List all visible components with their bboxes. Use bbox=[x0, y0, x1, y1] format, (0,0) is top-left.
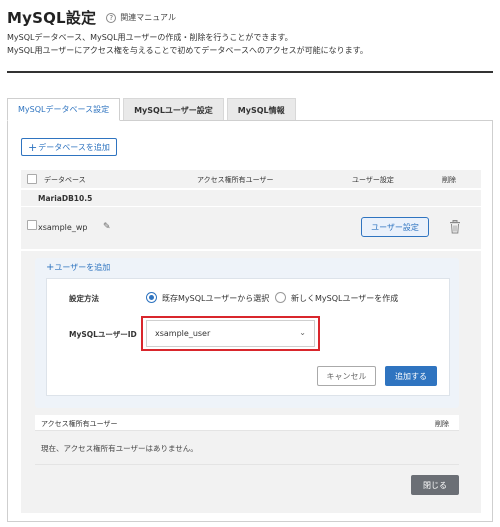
page-title: MySQL設定 bbox=[7, 9, 97, 27]
tab-mysql-user[interactable]: MySQLユーザー設定 bbox=[123, 98, 224, 121]
column-header-database: データベース bbox=[44, 176, 86, 184]
database-name: xsample_wp bbox=[38, 223, 88, 232]
row-checkbox[interactable] bbox=[27, 220, 37, 230]
chevron-down-icon: ⌄ bbox=[299, 328, 306, 337]
tab-panel: + データベースを追加 データベース アクセス権所有ユーザー ユーザー設定 削除… bbox=[7, 120, 493, 522]
manual-link[interactable]: ? 関連マニュアル bbox=[106, 12, 176, 23]
database-table-header: データベース アクセス権所有ユーザー ユーザー設定 削除 bbox=[21, 170, 481, 188]
column-header-delete: 削除 bbox=[435, 420, 449, 428]
access-empty-message: 現在、アクセス権所有ユーザーはありません。 bbox=[35, 434, 459, 464]
radio-new-user-label[interactable]: 新しくMySQLユーザーを作成 bbox=[291, 293, 398, 304]
user-settings-button[interactable]: ユーザー設定 bbox=[361, 217, 429, 237]
user-id-select[interactable]: xsample_user ⌄ bbox=[146, 320, 315, 347]
radio-existing-user-label[interactable]: 既存MySQLユーザーから選択 bbox=[162, 293, 269, 304]
column-header-user-settings: ユーザー設定 bbox=[352, 176, 394, 184]
empty-message-text: 現在、アクセス権所有ユーザーはありません。 bbox=[41, 444, 198, 453]
column-header-access-users: アクセス権所有ユーザー bbox=[197, 176, 274, 184]
column-header-access-users: アクセス権所有ユーザー bbox=[41, 420, 118, 428]
column-header-delete: 削除 bbox=[442, 176, 456, 184]
radio-existing-user[interactable] bbox=[146, 292, 157, 303]
add-user-label: ユーザーを追加 bbox=[54, 263, 111, 272]
close-button[interactable]: 閉じる bbox=[411, 475, 459, 495]
select-all-checkbox[interactable] bbox=[27, 174, 37, 184]
db-group-label: MariaDB10.5 bbox=[38, 194, 93, 203]
tab-mysql-info[interactable]: MySQL情報 bbox=[226, 98, 296, 121]
description-line-2: MySQL用ユーザーにアクセス権を与えることで初めてデータベースへのアクセスが可… bbox=[7, 46, 368, 55]
header-divider bbox=[7, 71, 493, 73]
pencil-icon[interactable]: ✎ bbox=[103, 222, 111, 232]
add-submit-button[interactable]: 追加する bbox=[385, 366, 437, 386]
method-label: 設定方法 bbox=[69, 294, 99, 303]
page-header: MySQL設定 ? 関連マニュアル bbox=[7, 7, 176, 28]
trash-icon[interactable] bbox=[449, 220, 461, 234]
user-id-select-value: xsample_user bbox=[155, 329, 211, 338]
tab-mysql-database[interactable]: MySQLデータベース設定 bbox=[7, 98, 121, 121]
manual-link-label: 関連マニュアル bbox=[120, 13, 176, 22]
access-table-divider bbox=[35, 464, 459, 465]
question-circle-icon: ? bbox=[106, 12, 117, 23]
description-line-1: MySQLデータベース、MySQL用ユーザーの作成・削除を行うことができます。 bbox=[7, 33, 293, 42]
tab-bar: MySQLデータベース設定 MySQLユーザー設定 MySQL情報 bbox=[7, 98, 299, 121]
radio-new-user[interactable] bbox=[275, 292, 286, 303]
user-id-label: MySQLユーザーID bbox=[69, 330, 137, 339]
cancel-button[interactable]: キャンセル bbox=[317, 366, 376, 386]
add-database-button[interactable]: + データベースを追加 bbox=[21, 138, 117, 156]
plus-icon: + bbox=[28, 140, 38, 154]
add-database-label: データベースを追加 bbox=[38, 142, 110, 152]
access-table-header: アクセス権所有ユーザー 削除 bbox=[35, 415, 459, 431]
add-user-link[interactable]: +ユーザーを追加 bbox=[46, 262, 110, 273]
page-description: MySQLデータベース、MySQL用ユーザーの作成・削除を行うことができます。 … bbox=[7, 31, 493, 57]
